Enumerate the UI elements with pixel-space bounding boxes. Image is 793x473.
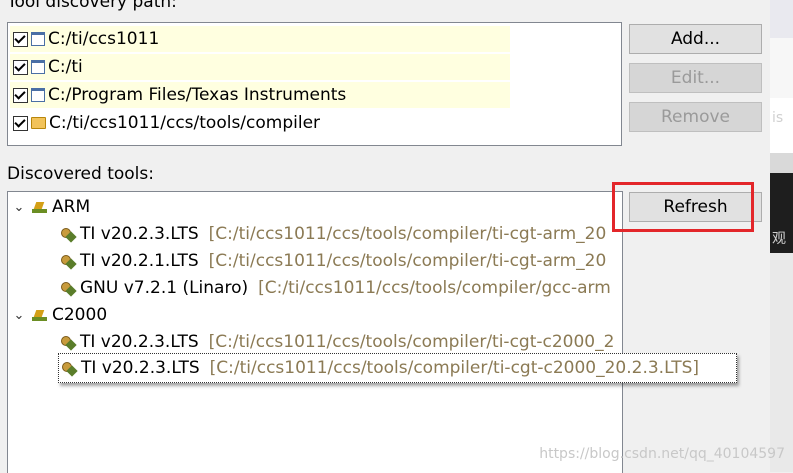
compiler-tool-icon xyxy=(60,253,77,270)
tree-item-tool[interactable]: GNU v7.2.1 (Linaro) [C:/ti/ccs1011/ccs/t… xyxy=(60,275,611,301)
toolchain-category-icon xyxy=(32,308,48,322)
tool-name: GNU v7.2.1 (Linaro) xyxy=(80,278,249,298)
compiler-tool-icon xyxy=(61,360,78,377)
background-window-strip: is 观 xyxy=(770,0,793,472)
category-label: C2000 xyxy=(52,305,108,325)
background-text: is xyxy=(772,110,784,126)
checkbox-checked[interactable] xyxy=(13,31,28,47)
tree-item-tool[interactable]: TI v20.2.3.LTS [C:/ti/ccs1011/ccs/tools/… xyxy=(60,221,606,247)
discovered-tools-tree[interactable]: ⌄ ARM TI v20.2.3.LTS [C:/ti/ccs1011/ccs/… xyxy=(7,191,623,473)
tree-category-c2000[interactable]: ⌄ C2000 xyxy=(12,302,108,328)
tool-path: [C:/ti/ccs1011/ccs/tools/compiler/ti-cgt… xyxy=(208,251,607,271)
remove-button[interactable]: Remove xyxy=(629,102,762,132)
discovered-tools-title: Discovered tools: xyxy=(7,164,154,184)
path-item[interactable]: C:/ti/ccs1011 xyxy=(10,26,510,52)
tool-discovery-path-title: Tool discovery path: xyxy=(7,0,177,12)
annotation-highlight-box xyxy=(612,182,754,232)
tree-item-tool[interactable]: TI v20.2.3.LTS [C:/ti/ccs1011/ccs/tools/… xyxy=(60,329,614,355)
add-button[interactable]: Add... xyxy=(629,24,762,54)
edit-button[interactable]: Edit... xyxy=(629,63,762,93)
category-label: ARM xyxy=(52,197,91,217)
tool-name: TI v20.2.3.LTS xyxy=(81,358,200,378)
folder-icon xyxy=(31,117,46,129)
window-icon xyxy=(31,60,45,74)
window-icon xyxy=(31,88,45,102)
toolchain-category-icon xyxy=(32,200,48,214)
tool-name: TI v20.2.1.LTS xyxy=(80,251,199,271)
path-label: C:/ti/ccs1011/ccs/tools/compiler xyxy=(49,113,321,133)
chevron-down-icon[interactable]: ⌄ xyxy=(12,308,26,323)
tool-path: [C:/ti/ccs1011/ccs/tools/compiler/gcc-ar… xyxy=(258,278,611,298)
watermark: https://blog.csdn.net/qq_40104597 xyxy=(539,446,785,462)
background-text-2: 观 xyxy=(772,231,786,247)
selected-tool-row[interactable]: TI v20.2.3.LTS [C:/ti/ccs1011/ccs/tools/… xyxy=(58,353,737,383)
checkbox-checked[interactable] xyxy=(13,59,28,75)
tool-path: [C:/ti/ccs1011/ccs/tools/compiler/ti-cgt… xyxy=(208,332,615,352)
path-label: C:/Program Files/Texas Instruments xyxy=(48,85,347,105)
compiler-tool-icon xyxy=(60,280,77,297)
path-item[interactable]: C:/ti/ccs1011/ccs/tools/compiler xyxy=(10,110,510,136)
tree-item-tool[interactable]: TI v20.2.1.LTS [C:/ti/ccs1011/ccs/tools/… xyxy=(60,248,606,274)
tool-discovery-path-list[interactable]: C:/ti/ccs1011 C:/ti C:/Program Files/Tex… xyxy=(7,22,622,146)
path-item[interactable]: C:/Program Files/Texas Instruments xyxy=(10,82,510,108)
path-label: C:/ti xyxy=(48,57,83,77)
checkbox-checked[interactable] xyxy=(13,87,28,103)
tool-path: [C:/ti/ccs1011/ccs/tools/compiler/ti-cgt… xyxy=(208,224,607,244)
compiler-tool-icon xyxy=(60,226,77,243)
tool-name: TI v20.2.3.LTS xyxy=(80,224,199,244)
chevron-down-icon[interactable]: ⌄ xyxy=(12,200,26,215)
window-icon xyxy=(31,32,45,46)
checkbox-checked[interactable] xyxy=(13,115,28,131)
path-item[interactable]: C:/ti xyxy=(10,54,510,80)
tool-path: [C:/ti/ccs1011/ccs/tools/compiler/ti-cgt… xyxy=(209,358,700,378)
tree-category-arm[interactable]: ⌄ ARM xyxy=(12,194,91,220)
tool-name: TI v20.2.3.LTS xyxy=(80,332,199,352)
path-label: C:/ti/ccs1011 xyxy=(48,29,160,49)
compiler-tool-icon xyxy=(60,334,77,351)
